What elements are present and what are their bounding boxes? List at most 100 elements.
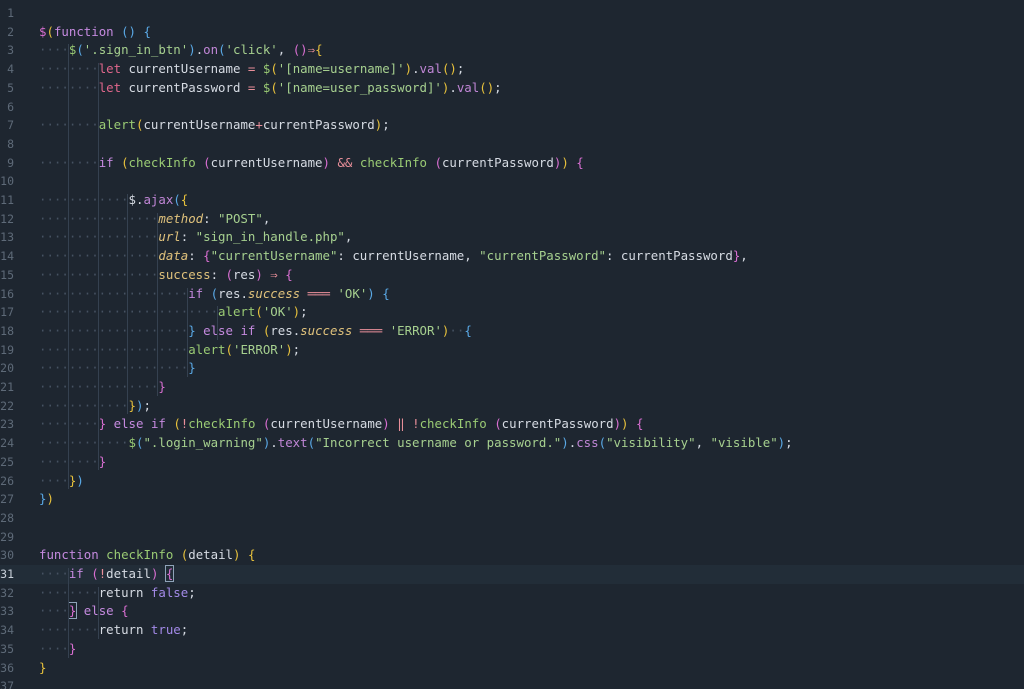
code-text: ····················} else if (res.succe… — [39, 322, 472, 341]
line-number: 10 — [0, 174, 14, 189]
code-token: () — [479, 79, 495, 95]
code-line[interactable]: 2 $(function () { — [0, 23, 1024, 42]
code-line[interactable]: 19 ····················alert('ERROR'); — [0, 341, 1024, 360]
code-token: , — [695, 435, 711, 451]
line-number: 26 — [0, 473, 14, 488]
code-token: 'OK' — [337, 285, 368, 301]
code-token: currentUsername — [121, 61, 248, 77]
code-line[interactable]: 4 ········let currentUsername = $('[name=… — [0, 60, 1024, 79]
code-token: , — [262, 210, 271, 226]
code-token: res. — [270, 322, 301, 338]
code-line[interactable]: 7 ········alert(currentUsername+currentPa… — [0, 116, 1024, 135]
code-line[interactable]: 29 — [0, 528, 1024, 547]
code-token: : — [180, 229, 196, 245]
code-text: function checkInfo (detail) { — [39, 546, 255, 565]
code-token: detail — [188, 547, 233, 563]
code-token: } — [68, 640, 77, 656]
code-text: ····} else { — [39, 602, 129, 621]
code-area[interactable]: 1 2 $(function () {3 ····$('.sign_in_btn').… — [0, 0, 1024, 689]
indent-guide — [187, 287, 188, 377]
code-token: val — [419, 61, 442, 77]
code-line[interactable]: 8 — [0, 135, 1024, 154]
code-line[interactable]: 21 ················} — [0, 378, 1024, 397]
code-line[interactable]: 15 ················success: (res) ⇒ { — [0, 266, 1024, 285]
indent-whitespace: ········ — [39, 453, 99, 469]
code-token: ; — [456, 61, 465, 77]
code-token: { — [247, 547, 256, 563]
code-line[interactable]: 32 ········return false; — [0, 584, 1024, 603]
code-token: { — [464, 322, 472, 338]
code-line[interactable]: 36} — [0, 659, 1024, 678]
code-line[interactable]: 5 ········let currentPassword = $('[name=… — [0, 79, 1024, 98]
code-line[interactable]: 18 ····················} else if (res.suc… — [0, 322, 1024, 341]
line-number: 33 — [0, 604, 14, 619]
code-line[interactable]: 35 ····} — [0, 640, 1024, 659]
code-token: ( — [210, 285, 219, 301]
code-text: ····················} — [39, 359, 196, 378]
code-line[interactable]: 27}) — [0, 490, 1024, 509]
code-token: currentUsername — [270, 416, 383, 432]
code-editor[interactable]: 1 2 $(function () {3 ····$('.sign_in_btn').… — [0, 0, 1024, 689]
code-line[interactable]: 33 ····} else { — [0, 602, 1024, 621]
code-token: ; — [494, 79, 502, 95]
code-token: : — [203, 210, 219, 226]
code-token: { — [121, 603, 129, 619]
indent-whitespace: ···· — [39, 472, 69, 488]
code-line[interactable]: 1 — [0, 4, 1024, 23]
code-token: '.sign_in_btn' — [83, 42, 189, 58]
code-token: ) — [285, 341, 293, 357]
code-token: else — [113, 416, 144, 432]
code-line[interactable]: 30 function checkInfo (detail) { — [0, 546, 1024, 565]
code-token: . — [412, 61, 420, 77]
code-line[interactable]: 37 — [0, 677, 1024, 689]
code-line[interactable]: 20 ····················} — [0, 359, 1024, 378]
line-number: 22 — [0, 398, 14, 413]
line-number: 27 — [0, 492, 14, 507]
code-token: currentPassword — [121, 79, 248, 95]
code-token: ( — [434, 154, 442, 170]
code-text: ········alert(currentUsername+currentPas… — [39, 116, 390, 135]
code-token: ) — [561, 154, 569, 170]
code-token: success — [247, 285, 301, 301]
code-line[interactable]: 31 ····if (!detail) { — [0, 565, 1024, 584]
code-token: function — [53, 23, 114, 39]
code-line[interactable]: 16 ····················if (res.success ══… — [0, 285, 1024, 304]
code-token: let — [98, 79, 122, 95]
code-line[interactable]: 14 ················data: {"currentUsernam… — [0, 247, 1024, 266]
code-token: ) — [367, 285, 375, 301]
code-line[interactable]: 26 ····}) — [0, 472, 1024, 491]
code-token: "Incorrect username or password." — [315, 435, 562, 451]
code-text: $(function () { — [39, 23, 151, 42]
line-number: 25 — [0, 454, 14, 469]
code-line[interactable]: 10 — [0, 172, 1024, 191]
code-line[interactable]: 13 ················url: "sign_in_handle.p… — [0, 228, 1024, 247]
code-line[interactable]: 28 — [0, 509, 1024, 528]
code-line[interactable]: 23 ········} else if (!checkInfo (current… — [0, 415, 1024, 434]
code-line[interactable]: 3 ····$('.sign_in_btn').on('click', ()⇒{ — [0, 41, 1024, 60]
code-line[interactable]: 9 ········if (checkInfo (currentUsername)… — [0, 154, 1024, 173]
code-text: ················url: "sign_in_handle.php… — [39, 228, 352, 247]
indent-whitespace: ········ — [39, 622, 99, 638]
code-line[interactable]: 12 ················method: "POST", — [0, 210, 1024, 229]
line-number: 37 — [0, 679, 14, 689]
code-token: , — [344, 229, 353, 245]
code-line[interactable]: 11 ············$.ajax({ — [0, 191, 1024, 210]
line-number: 2 — [7, 24, 14, 39]
code-token: ( — [203, 154, 211, 170]
code-line[interactable]: 22 ············}); — [0, 397, 1024, 416]
code-line[interactable]: 34 ········return true; — [0, 621, 1024, 640]
code-line[interactable]: 17 ························alert('OK'); — [0, 303, 1024, 322]
code-line[interactable]: 6 — [0, 98, 1024, 117]
code-token: ; — [143, 397, 151, 413]
code-token: '[name=username]' — [277, 61, 405, 77]
indent-whitespace: ················ — [39, 229, 159, 245]
code-line[interactable]: 25 ········} — [0, 453, 1024, 472]
line-number: 16 — [0, 286, 14, 301]
code-line[interactable]: 24 ············$(".login_warning").text("… — [0, 434, 1024, 453]
